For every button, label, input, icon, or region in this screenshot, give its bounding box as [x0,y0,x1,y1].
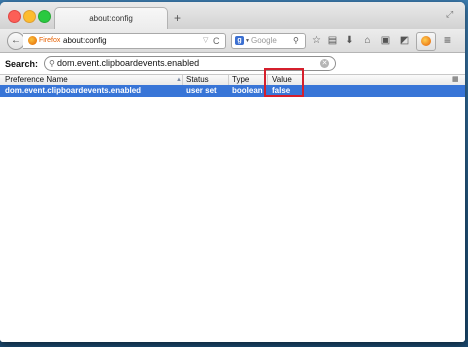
screenshot-icon[interactable]: ▣ [379,34,392,47]
navigation-toolbar: ← Firefox about:config ▽ C g ▼ Google ⚲ … [0,29,465,53]
column-divider[interactable] [182,75,183,85]
title-bar: about:config + ⤢ [0,2,465,30]
bookmark-star-icon[interactable]: ☆ [310,34,323,47]
downloads-icon[interactable]: ⬇ [343,34,356,47]
firefox-identity-icon [28,36,37,45]
preference-name-cell[interactable]: dom.event.clipboardevents.enabled [5,85,141,97]
browser-window: about:config + ⤢ ← Firefox about:config … [0,2,465,342]
url-dropdown-icon[interactable]: ▽ [203,35,208,47]
table-row[interactable]: dom.event.clipboardevents.enabled user s… [0,85,465,97]
column-picker-icon[interactable]: ▦ [452,75,459,85]
search-icon: ⚲ [49,59,55,68]
type-cell[interactable]: boolean [232,85,263,97]
status-cell[interactable]: user set [186,85,217,97]
search-bar[interactable]: g ▼ Google ⚲ [231,33,306,49]
value-highlight-annotation [264,68,304,97]
close-window-icon[interactable] [8,10,21,23]
engine-dropdown-icon[interactable]: ▼ [245,36,250,46]
reading-list-icon[interactable]: ▤ [326,34,339,47]
pocket-icon[interactable]: ◩ [398,34,411,47]
column-header-preference-name[interactable]: Preference Name [5,75,68,85]
search-input[interactable]: Google [251,35,277,47]
google-engine-icon[interactable]: g [235,36,244,45]
fullscreen-icon[interactable]: ⤢ [446,9,453,20]
filter-input[interactable]: dom.event.clipboardevents.enabled [57,57,199,70]
search-icon[interactable]: ⚲ [293,35,299,47]
tab-about-config[interactable]: about:config [54,7,168,30]
minimize-window-icon[interactable] [23,10,36,23]
url-input[interactable]: about:config [63,35,107,47]
new-tab-button[interactable]: + [174,11,181,25]
firefox-logo-icon [421,36,431,46]
zoom-window-icon[interactable] [38,10,51,23]
column-header-type[interactable]: Type [232,75,249,85]
url-bar[interactable]: Firefox about:config ▽ C [23,33,226,49]
home-icon[interactable]: ⌂ [361,34,374,47]
clear-search-icon[interactable]: ✕ [320,59,329,68]
search-label: Search: [5,59,39,69]
tab-title: about:config [89,14,133,23]
firefox-account-button[interactable] [416,32,436,51]
back-arrow-icon: ← [11,35,21,46]
about-config-page: Search: ⚲ dom.event.clipboardevents.enab… [0,53,465,342]
hamburger-menu-icon[interactable]: ≡ [444,33,451,47]
reload-icon[interactable]: C [213,35,220,47]
identity-label: Firefox [39,37,61,44]
column-header-status[interactable]: Status [186,75,209,85]
column-divider[interactable] [228,75,229,85]
